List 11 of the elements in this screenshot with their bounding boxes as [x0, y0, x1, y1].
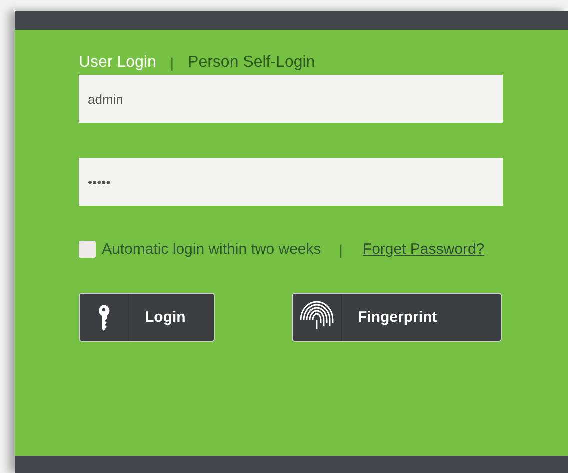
fingerprint-button[interactable]: Fingerprint [292, 293, 502, 342]
key-icon [98, 304, 110, 330]
remember-checkbox[interactable] [79, 241, 96, 258]
link-separator: | [339, 242, 343, 258]
tab-separator: | [170, 55, 174, 71]
password-field[interactable]: ••••• [79, 158, 503, 206]
login-button[interactable]: Login [79, 293, 215, 342]
remember-label: Automatic login within two weeks [102, 241, 322, 258]
forgot-password-link[interactable]: Forget Password? [362, 241, 485, 258]
login-tab[interactable]: Person Self-Login [188, 54, 316, 72]
username-field[interactable]: admin [79, 75, 503, 123]
